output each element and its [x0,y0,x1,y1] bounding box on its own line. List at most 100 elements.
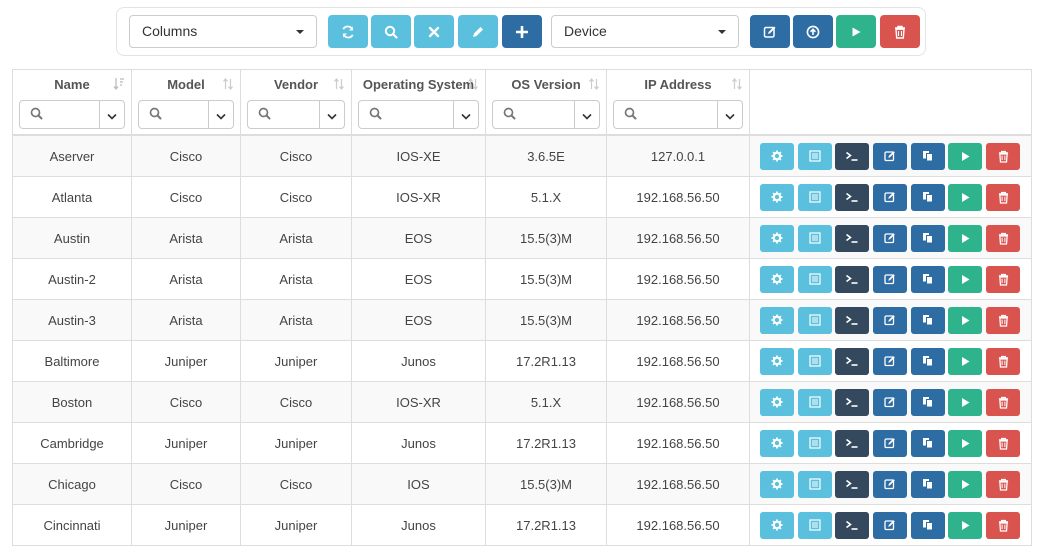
edit-button[interactable] [873,306,908,334]
details-button[interactable] [797,470,832,498]
delete-button[interactable] [986,511,1021,539]
filter-input-model[interactable] [138,100,234,129]
column-header-name[interactable]: Name [12,69,132,136]
terminal-button[interactable] [835,347,870,375]
refresh-button[interactable] [328,15,368,48]
duplicate-button[interactable] [910,511,945,539]
clear-button[interactable] [414,15,454,48]
delete-button[interactable] [986,183,1021,211]
run-button[interactable] [948,429,983,457]
sort-icon[interactable] [467,77,479,94]
edit-button[interactable] [873,511,908,539]
device-select[interactable]: Device [551,15,739,48]
sort-icon[interactable] [588,77,600,94]
terminal-button[interactable] [835,470,870,498]
settings-button[interactable] [760,511,794,539]
terminal-button[interactable] [835,388,870,416]
columns-select[interactable]: Columns [129,15,317,48]
duplicate-button[interactable] [910,347,945,375]
edit-button[interactable] [873,142,908,170]
settings-button[interactable] [760,470,794,498]
filter-dropdown-button[interactable] [717,101,742,128]
settings-button[interactable] [760,142,794,170]
edit-button[interactable] [873,224,908,252]
edit-device-button[interactable] [750,15,790,48]
column-header-vendor[interactable]: Vendor [240,69,352,136]
terminal-button[interactable] [835,142,870,170]
settings-button[interactable] [760,429,794,457]
filter-input-os_version[interactable] [492,100,600,129]
delete-button[interactable] [986,347,1021,375]
run-button[interactable] [948,388,983,416]
edit-button[interactable] [458,15,498,48]
duplicate-button[interactable] [910,142,945,170]
sort-icon[interactable] [731,77,743,94]
details-button[interactable] [797,388,832,416]
filter-input-name[interactable] [19,100,125,129]
duplicate-button[interactable] [910,388,945,416]
run-button[interactable] [948,142,983,170]
settings-button[interactable] [760,347,794,375]
delete-button[interactable] [880,15,920,48]
delete-button[interactable] [986,142,1021,170]
settings-button[interactable] [760,224,794,252]
terminal-button[interactable] [835,265,870,293]
details-button[interactable] [797,183,832,211]
settings-button[interactable] [760,388,794,416]
delete-button[interactable] [986,265,1021,293]
details-button[interactable] [797,347,832,375]
duplicate-button[interactable] [910,306,945,334]
run-button[interactable] [948,470,983,498]
terminal-button[interactable] [835,183,870,211]
terminal-button[interactable] [835,306,870,334]
edit-button[interactable] [873,429,908,457]
delete-button[interactable] [986,306,1021,334]
edit-button[interactable] [873,265,908,293]
delete-button[interactable] [986,429,1021,457]
column-header-os[interactable]: Operating System [351,69,486,136]
duplicate-button[interactable] [910,183,945,211]
duplicate-button[interactable] [910,429,945,457]
duplicate-button[interactable] [910,224,945,252]
edit-button[interactable] [873,347,908,375]
add-button[interactable] [502,15,542,48]
terminal-button[interactable] [835,224,870,252]
filter-input-vendor[interactable] [247,100,345,129]
settings-button[interactable] [760,265,794,293]
sort-icon[interactable] [222,77,234,94]
details-button[interactable] [797,224,832,252]
filter-dropdown-button[interactable] [319,101,344,128]
details-button[interactable] [797,142,832,170]
terminal-button[interactable] [835,511,870,539]
delete-button[interactable] [986,224,1021,252]
column-header-ip[interactable]: IP Address [606,69,750,136]
run-button[interactable] [948,347,983,375]
run-button[interactable] [836,15,876,48]
sort-ascending-icon[interactable] [113,77,125,94]
sort-icon[interactable] [333,77,345,94]
terminal-button[interactable] [835,429,870,457]
filter-dropdown-button[interactable] [208,101,233,128]
filter-input-ip[interactable] [613,100,743,129]
delete-button[interactable] [986,388,1021,416]
run-button[interactable] [948,265,983,293]
settings-button[interactable] [760,183,794,211]
edit-button[interactable] [873,388,908,416]
settings-button[interactable] [760,306,794,334]
search-button[interactable] [371,15,411,48]
details-button[interactable] [797,429,832,457]
run-button[interactable] [948,183,983,211]
duplicate-button[interactable] [910,265,945,293]
upload-button[interactable] [793,15,833,48]
column-header-os_version[interactable]: OS Version [485,69,607,136]
edit-button[interactable] [873,470,908,498]
filter-input-os[interactable] [358,100,479,129]
delete-button[interactable] [986,470,1021,498]
run-button[interactable] [948,511,983,539]
details-button[interactable] [797,306,832,334]
details-button[interactable] [797,511,832,539]
run-button[interactable] [948,306,983,334]
edit-button[interactable] [873,183,908,211]
column-header-model[interactable]: Model [131,69,241,136]
filter-dropdown-button[interactable] [574,101,599,128]
